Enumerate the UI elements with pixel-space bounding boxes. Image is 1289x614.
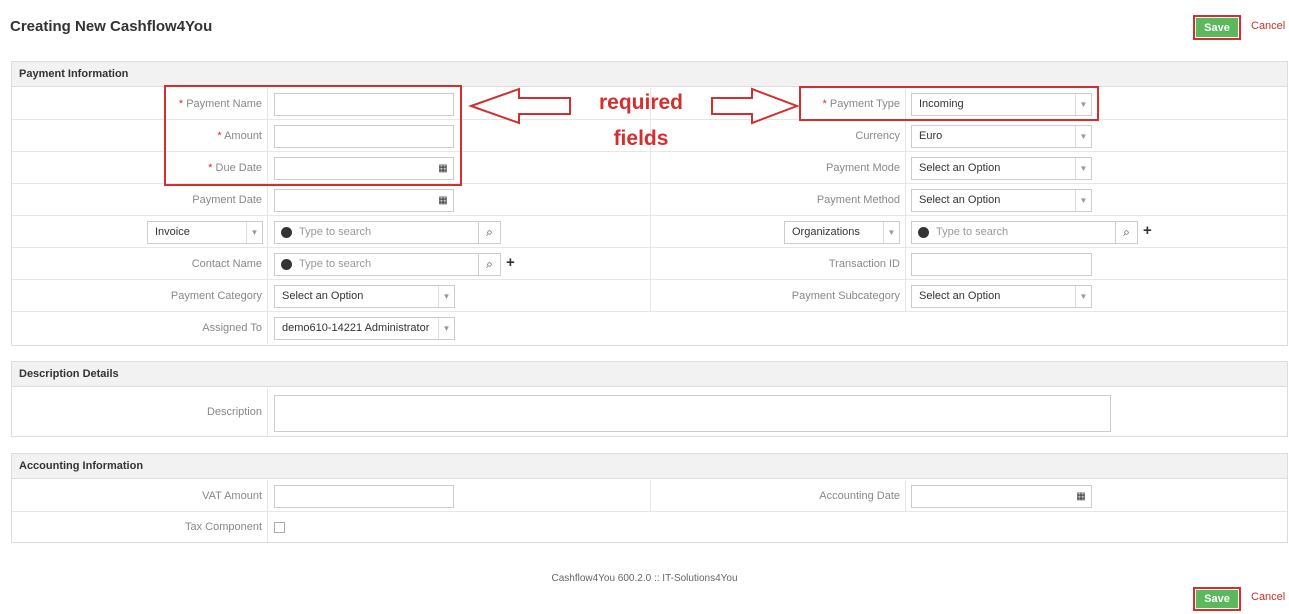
caret-down-icon: ▼: [246, 222, 262, 243]
description-block: Description Details Description: [11, 361, 1288, 437]
vat-amount-input[interactable]: [274, 485, 454, 508]
annotation-text-line2: fields: [613, 127, 669, 150]
row-contact-name: Contact Name Type to search ⌕ + Transact…: [12, 248, 1287, 280]
assigned-to-select[interactable]: demo610-14221 Administrator ▼: [274, 317, 455, 340]
cancel-link-top[interactable]: Cancel: [1251, 20, 1285, 32]
caret-down-icon: ▼: [1075, 286, 1091, 307]
row-related-to: Invoice ▼ Type to search ⌕ Organizations ▼…: [12, 216, 1287, 248]
payment-date-input[interactable]: ▦: [274, 189, 454, 212]
block-header: Description Details: [12, 362, 1287, 387]
caret-down-icon: ▼: [438, 286, 454, 307]
save-button-top[interactable]: Save: [1193, 15, 1241, 40]
caret-down-icon: ▼: [1075, 126, 1091, 147]
cancel-link-bottom[interactable]: Cancel: [1251, 591, 1285, 603]
calendar-icon[interactable]: ▦: [1071, 486, 1091, 507]
block-header: Payment Information: [12, 62, 1287, 87]
search-icon[interactable]: ⌕: [478, 222, 500, 243]
page-title: Creating New Cashflow4You: [10, 18, 213, 35]
search-placeholder: Type to search: [299, 226, 372, 238]
calendar-icon[interactable]: ▦: [433, 190, 453, 211]
payment-subcategory-select[interactable]: Select an Option ▼: [911, 285, 1092, 308]
currency-select[interactable]: Euro ▼: [911, 125, 1092, 148]
accounting-information-block: Accounting Information VAT Amount Accoun…: [11, 453, 1288, 543]
search-icon[interactable]: ⌕: [478, 254, 500, 275]
description-label: Description: [12, 388, 268, 436]
row-vat-amount: VAT Amount Accounting Date ▦: [12, 480, 1287, 512]
row-payment-date: Payment Date ▦ Payment Method Select an …: [12, 184, 1287, 216]
transaction-id-input[interactable]: [911, 253, 1092, 276]
payment-method-label: Payment Method: [650, 184, 906, 215]
tax-component-checkbox[interactable]: [274, 522, 285, 533]
required-fields-highlight-right: [799, 86, 1099, 121]
save-button-label: Save: [1195, 17, 1239, 38]
plus-icon[interactable]: +: [506, 254, 515, 271]
related-module-select[interactable]: Invoice ▼: [147, 221, 263, 244]
row-tax-component: Tax Component: [12, 512, 1287, 542]
organization-search[interactable]: Type to search ⌕: [911, 221, 1138, 244]
caret-down-icon: ▼: [883, 222, 899, 243]
contact-name-search[interactable]: Type to search ⌕: [274, 253, 501, 276]
required-fields-highlight-left: [164, 85, 462, 186]
payment-subcategory-label: Payment Subcategory: [650, 280, 906, 311]
payment-date-label: Payment Date: [12, 184, 268, 215]
tax-component-label: Tax Component: [12, 512, 268, 542]
accounting-date-input[interactable]: ▦: [911, 485, 1092, 508]
page-header: Creating New Cashflow4You Save Cancel: [0, 0, 1289, 50]
organization-module-select[interactable]: Organizations ▼: [784, 221, 900, 244]
related-record-search[interactable]: Type to search ⌕: [274, 221, 501, 244]
search-icon[interactable]: ⌕: [1115, 222, 1137, 243]
caret-down-icon: ▼: [1075, 190, 1091, 211]
payment-category-label: Payment Category: [12, 280, 268, 311]
payment-mode-label: Payment Mode: [650, 152, 906, 183]
clear-circle-icon[interactable]: [281, 227, 292, 238]
footer-text: Cashflow4You 600.2.0 :: IT-Solutions4You: [551, 573, 738, 584]
search-placeholder: Type to search: [936, 226, 1009, 238]
payment-mode-select[interactable]: Select an Option ▼: [911, 157, 1092, 180]
vat-amount-label: VAT Amount: [12, 480, 268, 511]
row-description: Description: [12, 388, 1287, 436]
accounting-date-label: Accounting Date: [650, 480, 906, 511]
assigned-to-label: Assigned To: [12, 312, 268, 344]
save-button-label: Save: [1195, 589, 1239, 609]
payment-category-select[interactable]: Select an Option ▼: [274, 285, 455, 308]
caret-down-icon: ▼: [438, 318, 454, 339]
row-assigned-to: Assigned To demo610-14221 Administrator ▼: [12, 312, 1287, 344]
row-payment-category: Payment Category Select an Option ▼ Payme…: [12, 280, 1287, 312]
save-button-bottom[interactable]: Save: [1193, 587, 1241, 611]
block-header: Accounting Information: [12, 454, 1287, 479]
clear-circle-icon[interactable]: [918, 227, 929, 238]
plus-icon[interactable]: +: [1143, 222, 1152, 239]
caret-down-icon: ▼: [1075, 158, 1091, 179]
clear-circle-icon[interactable]: [281, 259, 292, 270]
payment-method-select[interactable]: Select an Option ▼: [911, 189, 1092, 212]
description-textarea[interactable]: [274, 395, 1111, 432]
contact-name-label: Contact Name: [12, 248, 268, 279]
search-placeholder: Type to search: [299, 258, 372, 270]
annotation-text-line1: required: [598, 91, 684, 114]
transaction-id-label: Transaction ID: [650, 248, 906, 279]
